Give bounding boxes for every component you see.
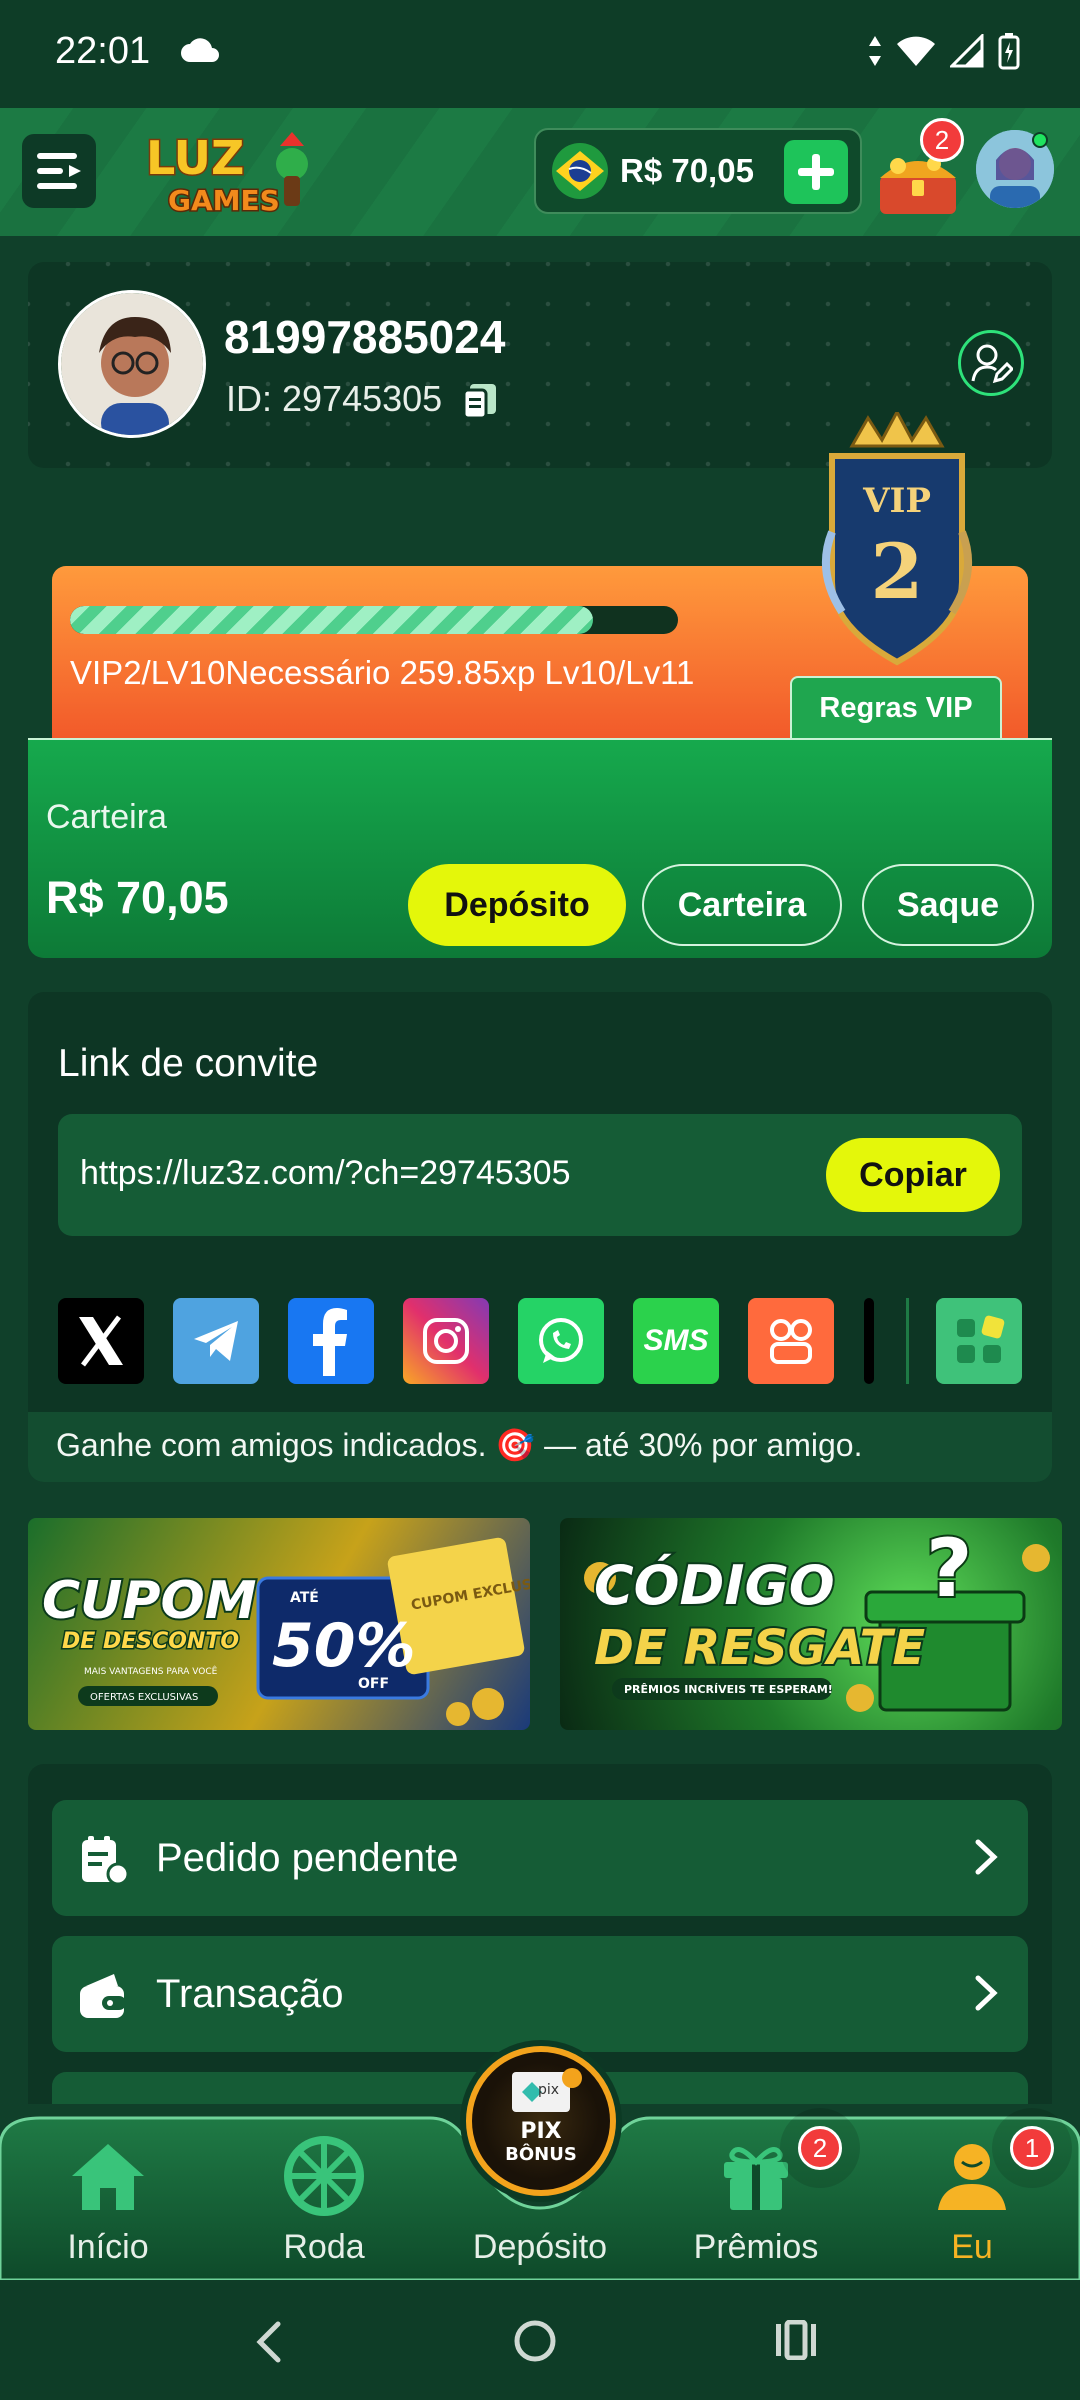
luz-games-logo[interactable]: LUZ GAMES — [142, 124, 312, 220]
wallet-label: Carteira — [46, 798, 167, 836]
vip-emblem-label: VIP — [862, 481, 931, 521]
system-icons — [868, 32, 1020, 70]
copy-id-icon[interactable] — [460, 380, 500, 425]
prizes-badge: 2 — [798, 2126, 842, 2170]
nav-home[interactable]: Início — [18, 2112, 198, 2280]
nav-wheel-label: Roda — [283, 2228, 365, 2266]
header-balance[interactable]: R$ 70,05 — [534, 128, 862, 214]
vip-status-text: VIP2/LV10Necessário 259.85xp Lv10/Lv11 — [70, 654, 695, 691]
pix-label: PIX — [520, 2119, 561, 2144]
nav-home-label: Início — [67, 2228, 149, 2266]
menu-item-label: Pedido pendente — [156, 1836, 459, 1880]
discount-coupon-banner[interactable]: CUPOM DE DESCONTO MAIS VANTAGENS PARA VO… — [28, 1518, 530, 1730]
coupon-upto: ATÉ — [290, 1589, 319, 1606]
chevron-right-icon — [974, 1974, 998, 2017]
home-circle-icon[interactable] — [512, 2318, 558, 2369]
coupon-off: OFF — [358, 1676, 389, 1692]
pending-order-icon — [78, 1834, 130, 1891]
menu-item-transaction[interactable]: Transação — [52, 1936, 1028, 2052]
invite-footer-text: Ganhe com amigos indicados. 🎯 — até 30% … — [56, 1427, 863, 1463]
copy-link-button[interactable]: Copiar — [826, 1138, 1000, 1212]
clock: 22:01 — [55, 30, 151, 72]
facebook-icon[interactable] — [288, 1298, 374, 1384]
me-badge: 1 — [1010, 2126, 1054, 2170]
profile-avatar[interactable] — [58, 290, 206, 438]
invite-url[interactable]: https://luz3z.com/?ch=29745305 — [80, 1154, 571, 1193]
pix-logo-text: pix — [538, 2082, 559, 2098]
brazil-flag-icon — [552, 143, 608, 199]
hamburger-icon — [37, 153, 81, 189]
sms-label: SMS — [643, 1324, 709, 1357]
edit-profile-button[interactable] — [958, 330, 1024, 396]
recents-icon[interactable] — [774, 2319, 818, 2365]
home-icon — [68, 2136, 148, 2216]
spin-wheel-icon — [284, 2136, 364, 2216]
nav-deposit-label: Depósito — [472, 2228, 608, 2266]
vip-progress-fill — [70, 606, 593, 634]
whatsapp-icon[interactable] — [518, 1298, 604, 1384]
sms-icon[interactable]: SMS — [633, 1298, 719, 1384]
plus-icon — [798, 154, 834, 190]
invite-footer: Ganhe com amigos indicados. 🎯 — até 30% … — [28, 1412, 1052, 1482]
cloud-icon — [180, 36, 220, 69]
kwai-icon[interactable] — [748, 1298, 834, 1384]
menu-item-label: Transação — [156, 1972, 344, 2016]
invite-title: Link de convite — [58, 1042, 319, 1085]
svg-text:?: ? — [926, 1522, 972, 1615]
app-header: LUZ GAMES R$ 70,05 2 — [0, 108, 1080, 236]
battery-icon — [998, 33, 1020, 70]
pix-bonus-label: BÔNUS — [505, 2143, 577, 2165]
logo-text-games: GAMES — [168, 184, 280, 217]
coupon-offers-text: OFERTAS EXCLUSIVAS — [90, 1692, 198, 1703]
online-status-dot — [1032, 132, 1048, 148]
coupon-subtitle: DE DESCONTO — [62, 1629, 239, 1654]
more-apps-icon[interactable] — [936, 1298, 1022, 1384]
coupon-small-text: MAIS VANTAGENS PARA VOCÊ — [84, 1665, 218, 1677]
instagram-icon[interactable] — [403, 1298, 489, 1384]
more-share-icon[interactable] — [864, 1298, 874, 1384]
wallet-icon — [78, 1970, 130, 2027]
deposit-button[interactable]: Depósito — [408, 864, 626, 946]
telegram-icon[interactable] — [173, 1298, 259, 1384]
nav-wheel[interactable]: Roda — [234, 2112, 414, 2280]
wallet-button[interactable]: Carteira — [642, 864, 842, 946]
wallet-balance: R$ 70,05 — [46, 872, 229, 923]
header-balance-amount: R$ 70,05 — [620, 152, 754, 189]
withdraw-button[interactable]: Saque — [862, 864, 1034, 946]
pix-bonus-button[interactable]: pix PIX BÔNUS — [466, 2046, 616, 2196]
vip-badge-emblem: VIP 2 — [812, 408, 982, 672]
vip-emblem-level: 2 — [871, 527, 924, 616]
back-icon[interactable] — [252, 2320, 286, 2369]
invite-link-box: https://luz3z.com/?ch=29745305 Copiar — [58, 1114, 1022, 1236]
profile-user-id: ID: 29745305 — [226, 378, 443, 419]
redeem-code-small-text: PRÊMIOS INCRÍVEIS TE ESPERAM! — [624, 1683, 833, 1696]
wifi-icon — [897, 36, 935, 66]
status-bar: 22:01 — [0, 0, 1080, 108]
menu-button[interactable] — [22, 134, 96, 208]
vip-progress-bar — [70, 606, 678, 634]
invite-card: Link de convite https://luz3z.com/?ch=29… — [28, 992, 1052, 1482]
profile-username: 81997885024 — [224, 311, 506, 363]
logo-text-luz: LUZ — [146, 131, 244, 185]
data-arrows-icon — [869, 36, 881, 66]
coupon-title: CUPOM — [42, 1571, 256, 1631]
signal-icon — [950, 34, 984, 68]
redeem-code-banner[interactable]: ? CÓDIGO DE RESGATE PRÊMIOS INCRÍVEIS TE… — [560, 1518, 1062, 1730]
android-navigation-bar — [0, 2280, 1080, 2400]
share-divider — [906, 1298, 909, 1384]
coupon-percent: 50% — [272, 1611, 416, 1681]
wallet-card: Carteira R$ 70,05 Depósito Carteira Saqu… — [28, 738, 1052, 958]
nav-me-label: Eu — [951, 2228, 993, 2266]
rewards-badge: 2 — [920, 118, 964, 162]
x-twitter-icon[interactable] — [58, 1298, 144, 1384]
menu-item-pending-order[interactable]: Pedido pendente — [52, 1800, 1028, 1916]
add-funds-button[interactable] — [784, 140, 848, 204]
share-row: SMS — [58, 1298, 1022, 1386]
redeem-code-title: CÓDIGO — [594, 1554, 835, 1617]
chevron-right-icon — [974, 1838, 998, 1881]
nav-prizes-label: Prêmios — [693, 2228, 819, 2266]
user-edit-icon — [971, 344, 1013, 384]
vip-rules-button[interactable]: Regras VIP — [790, 676, 1002, 738]
redeem-code-subtitle: DE RESGATE — [594, 1620, 925, 1676]
